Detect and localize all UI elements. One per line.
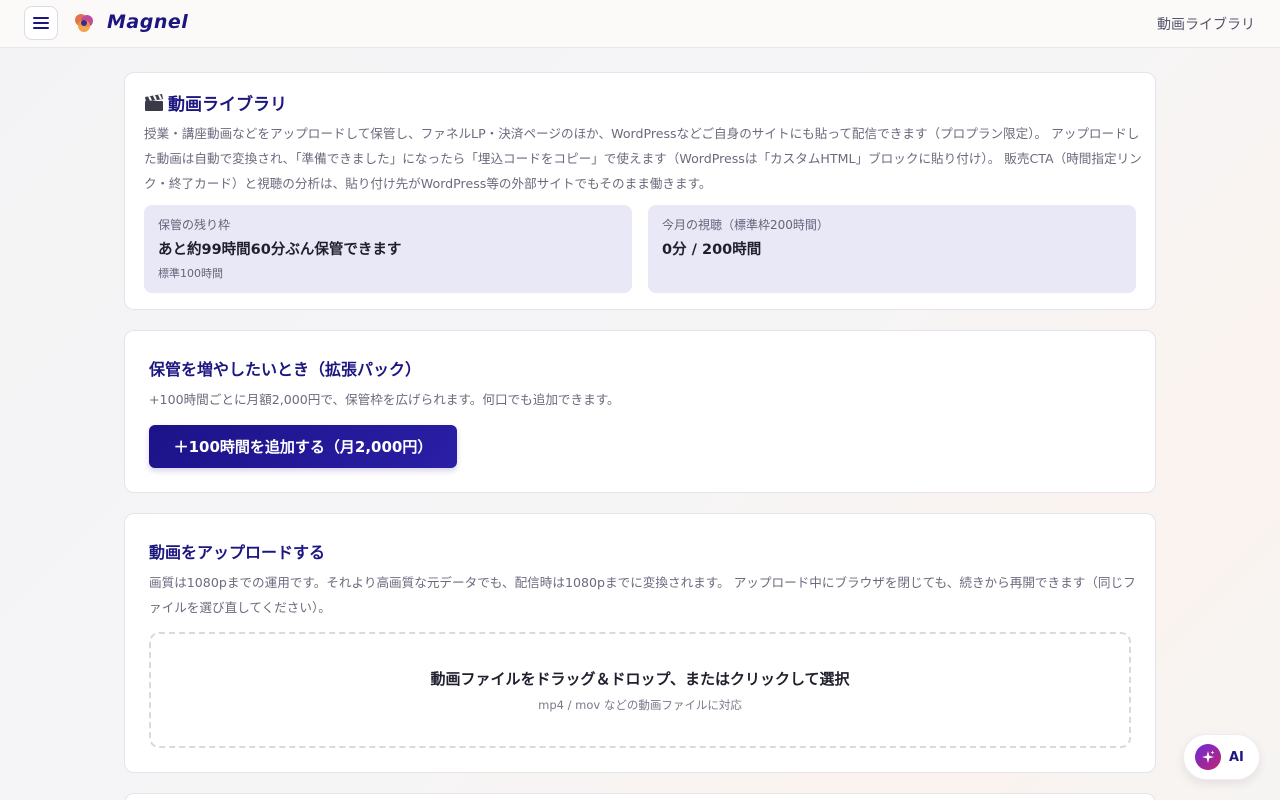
menu-button[interactable] xyxy=(24,6,58,40)
storage-remaining-panel: 保管の残り枠 あと約99時間60分ぶん保管できます 標準100時間 xyxy=(144,205,632,293)
dropzone-sub-text: mp4 / mov などの動画ファイルに対応 xyxy=(538,697,742,712)
top-header: Magnel 動画ライブラリ xyxy=(0,0,1280,48)
monthly-views-panel: 今月の視聴（標準枠200時間） 0分 / 200時間 xyxy=(648,205,1136,293)
expansion-pack-card: 保管を増やしたいとき（拡張パック） +100時間ごとに月額2,000円で、保管枠… xyxy=(124,330,1156,493)
ai-label: AI xyxy=(1229,749,1244,765)
add-storage-button[interactable]: ＋100時間を追加する（月2,000円） xyxy=(149,425,457,468)
library-card: 動画ライブラリ 授業・講座動画などをアップロードして保管し、ファネルLP・決済ペ… xyxy=(124,72,1156,310)
upload-title: 動画をアップロードする xyxy=(149,543,326,562)
brand-name[interactable]: Magnel xyxy=(107,11,188,33)
library-title: 動画ライブラリ xyxy=(144,90,287,115)
upload-card: 動画をアップロードする 画質は1080pまでの運用です。それより高画質な元データ… xyxy=(124,513,1156,773)
storage-label: 保管の残り枠 xyxy=(158,218,231,232)
next-card xyxy=(124,793,1156,800)
dropzone-main-text: 動画ファイルをドラッグ＆ドロップ、またはクリックして選択 xyxy=(430,669,850,688)
expansion-description: +100時間ごとに月額2,000円で、保管枠を広げられます。何口でも追加できます… xyxy=(149,392,620,407)
upload-description: 画質は1080pまでの運用です。それより高画質な元データでも、配信時は1080p… xyxy=(149,575,1136,615)
storage-sub: 標準100時間 xyxy=(158,267,223,280)
clapperboard-icon xyxy=(145,93,163,111)
header-page-title: 動画ライブラリ xyxy=(1157,17,1255,33)
views-label: 今月の視聴（標準枠200時間） xyxy=(662,218,829,232)
storage-value: あと約99時間60分ぶん保管できます xyxy=(158,242,402,258)
library-title-text: 動画ライブラリ xyxy=(168,95,287,115)
expansion-title: 保管を増やしたいとき（拡張パック） xyxy=(149,360,422,379)
magnel-logo-icon[interactable] xyxy=(72,11,96,35)
ai-assistant-button[interactable]: AI xyxy=(1183,734,1260,780)
library-description: 授業・講座動画などをアップロードして保管し、ファネルLP・決済ページのほか、Wo… xyxy=(144,126,1142,191)
views-value: 0分 / 200時間 xyxy=(662,242,762,258)
hamburger-icon xyxy=(33,17,49,29)
sparkle-icon xyxy=(1195,744,1221,770)
video-dropzone[interactable]: 動画ファイルをドラッグ＆ドロップ、またはクリックして選択 mp4 / mov な… xyxy=(149,632,1131,748)
